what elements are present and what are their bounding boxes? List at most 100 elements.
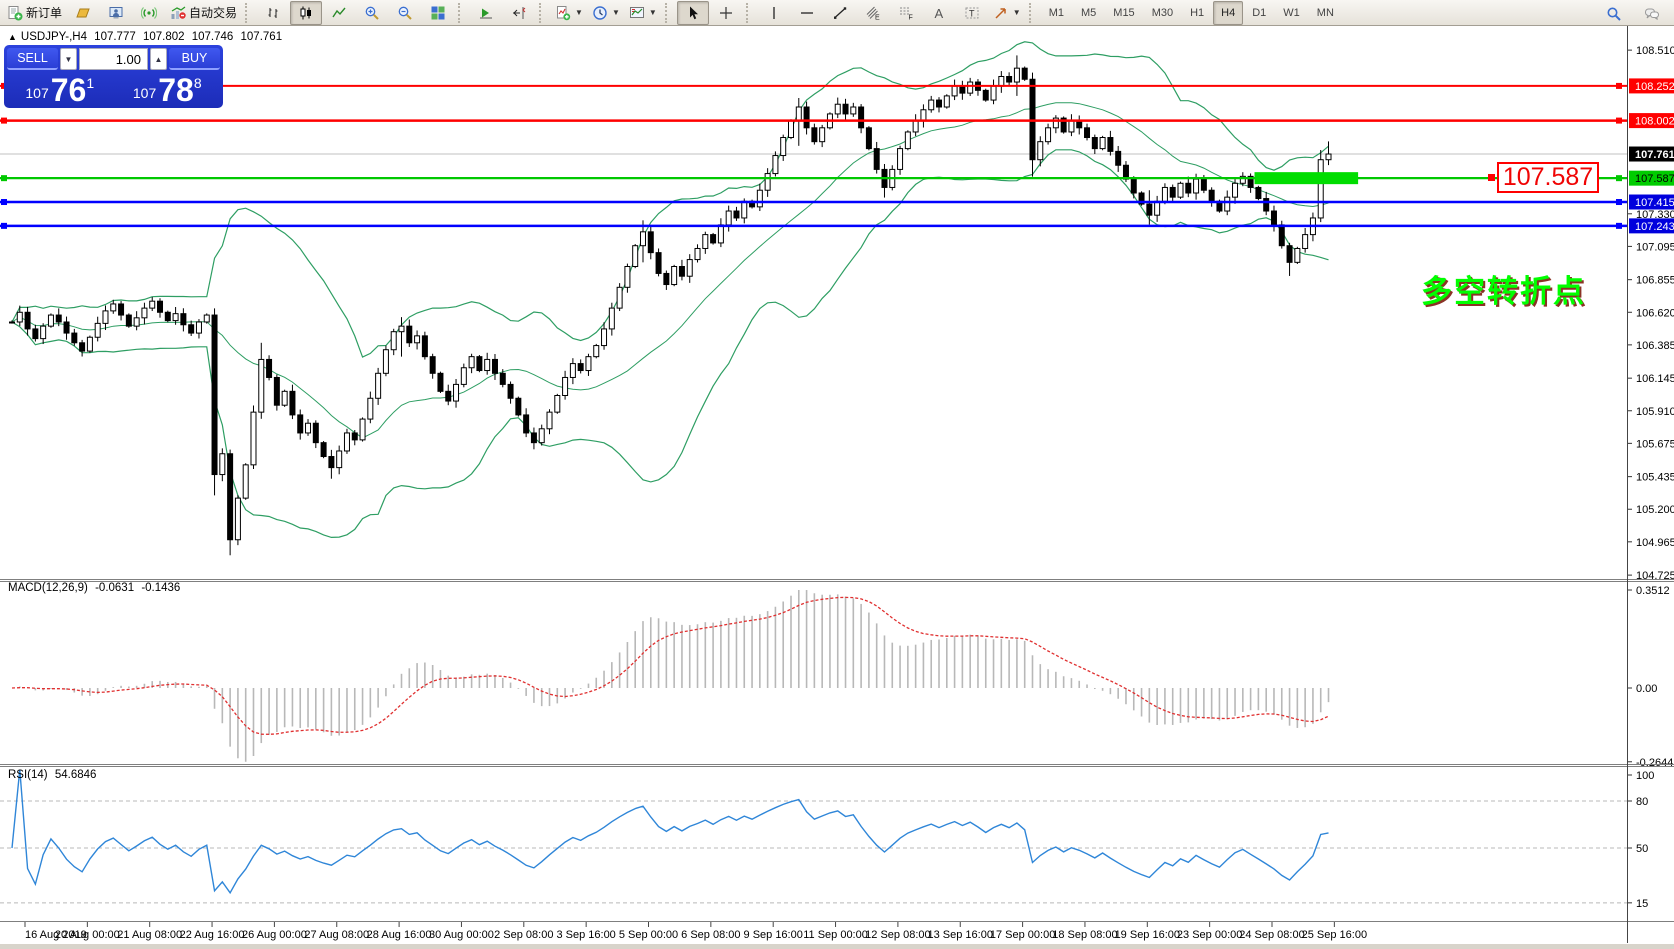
price-axis-tick-label: 104.725: [1636, 570, 1674, 582]
time-axis-label: 26 Aug 00:00: [242, 929, 307, 941]
text-button[interactable]: A: [923, 1, 955, 25]
timeframe-button-H1[interactable]: H1: [1182, 1, 1212, 25]
zoom-out-icon: [398, 6, 412, 20]
timeframe-button-M30[interactable]: M30: [1144, 1, 1181, 25]
macd-signal-line: [11, 596, 1329, 735]
price-annotation-box[interactable]: 107.587: [1497, 162, 1599, 193]
chart-shift-button[interactable]: [503, 1, 535, 25]
trendline-icon: [833, 6, 846, 19]
candlestick-icon: [300, 6, 312, 19]
zoom-out-button[interactable]: [389, 1, 421, 25]
rsi-axis-tick-label: 80: [1636, 796, 1648, 808]
svg-text:E: E: [875, 14, 880, 21]
volume-increase-button[interactable]: ▲: [150, 48, 167, 70]
signal-icon: [141, 6, 158, 19]
collapse-panel-arrow-icon[interactable]: ▲: [8, 32, 17, 42]
time-axis-label: 18 Sep 08:00: [1052, 929, 1117, 941]
macd-signal-value: -0.1436: [141, 582, 181, 594]
horizontal-line-button[interactable]: [791, 1, 823, 25]
arrows-icon: [995, 7, 1006, 19]
timeframe-button-H4[interactable]: H4: [1213, 0, 1244, 25]
history-icon: [76, 8, 90, 17]
svg-text:108.002: 108.002: [1635, 116, 1674, 128]
svg-text:A: A: [934, 6, 943, 21]
svg-text:108.252: 108.252: [1635, 81, 1674, 93]
chart-canvas[interactable]: 108.252 108.002 107.587 107.415 107.243 107.7…: [0, 0, 1674, 949]
symbol-period-label: USDJPY-,H4: [20, 31, 87, 43]
rsi-pane-label: RSI(14) 54.6846: [8, 769, 100, 781]
candlestick-chart-button[interactable]: [290, 0, 323, 25]
templates-icon: [629, 6, 644, 18]
new-order-label: 新订单: [26, 6, 63, 20]
auto-trading-button[interactable]: 自动交易: [166, 1, 241, 25]
macd-axis-tick-label: 0.3512: [1636, 585, 1670, 597]
macd-pane-label: MACD(12,26,9) -0.0631 -0.1436: [8, 582, 184, 594]
timeframe-button-W1[interactable]: W1: [1275, 1, 1308, 25]
auto-scroll-button[interactable]: [470, 1, 502, 25]
rsi-axis-tick-label: 15: [1636, 898, 1648, 910]
line-handle[interactable]: [1488, 174, 1495, 181]
timeframe-button-M15[interactable]: M15: [1105, 1, 1142, 25]
signals-button[interactable]: [133, 1, 165, 25]
price-axis-tick-label: 104.965: [1636, 537, 1674, 549]
crosshair-button[interactable]: [710, 1, 742, 25]
toolbar-separator: [745, 2, 753, 23]
rsi-name: RSI(14): [8, 769, 48, 781]
svg-text:F: F: [908, 14, 912, 21]
timeframe-button-D1[interactable]: D1: [1244, 1, 1274, 25]
text-label-icon: T: [965, 7, 979, 18]
timeframe-button-MN[interactable]: MN: [1309, 1, 1342, 25]
search-button[interactable]: [1598, 2, 1630, 26]
price-axis-tick-label: 108.510: [1636, 45, 1674, 57]
new-order-button[interactable]: 新订单: [3, 1, 66, 25]
volume-input[interactable]: 1.00: [79, 48, 148, 70]
time-axis-label: 25 Sep 16:00: [1302, 929, 1367, 941]
cursor-button[interactable]: [676, 0, 709, 25]
sell-price-button[interactable]: 107 76 1: [7, 71, 113, 106]
rsi-axis-tick-label: 100: [1636, 770, 1654, 782]
timeframe-button-M5[interactable]: M5: [1073, 1, 1104, 25]
price-axis-tick-label: 106.145: [1636, 373, 1674, 385]
fibonacci-button[interactable]: F: [890, 1, 922, 25]
chart-shift-icon: [513, 6, 526, 19]
horizontal-line-icon: [800, 11, 813, 14]
buy-price-button[interactable]: 107 78 8: [115, 71, 221, 106]
volume-decrease-button[interactable]: ▼: [60, 48, 77, 70]
trendline-button[interactable]: [824, 1, 856, 25]
price-axis-tick-label: 106.855: [1636, 275, 1674, 287]
toolbar-separator: [458, 2, 465, 23]
highlight-rectangle[interactable]: [1254, 172, 1359, 185]
templates-button[interactable]: ▼: [625, 1, 661, 25]
sell-button[interactable]: SELL: [7, 48, 58, 70]
zoom-in-button[interactable]: [356, 1, 388, 25]
vertical-line-button[interactable]: [758, 1, 790, 25]
chat-button[interactable]: [1636, 2, 1668, 26]
timeframe-toolbar: M1 M5 M15 M30 H1 H4 D1 W1 MN: [1041, 0, 1342, 25]
periods-button[interactable]: ▼: [588, 1, 624, 25]
timeframe-button-M1[interactable]: M1: [1041, 1, 1072, 25]
svg-text:107.587: 107.587: [1635, 173, 1674, 185]
svg-text:107.761: 107.761: [1635, 149, 1674, 161]
time-axis-label: 27 Aug 08:00: [304, 929, 369, 941]
buy-button[interactable]: BUY: [169, 48, 220, 70]
svg-text:T: T: [969, 8, 975, 18]
macd-main-value: -0.0631: [95, 582, 135, 594]
price-axis-tick-label: 105.200: [1636, 504, 1674, 516]
chevron-down-icon: ▼: [611, 8, 620, 17]
indicators-button[interactable]: ▼: [551, 1, 587, 25]
new-order-icon: [8, 5, 23, 20]
price-axis-tick-label: 105.910: [1636, 406, 1674, 418]
line-chart-button[interactable]: [323, 1, 355, 25]
mt4-window: 新订单 自动交易 ▼ ▼ ▼ E F A T ▼ M1 M5 M15 M30 H…: [0, 0, 1674, 949]
bar-chart-button[interactable]: [257, 1, 289, 25]
arrows-button[interactable]: ▼: [989, 1, 1025, 25]
channel-button[interactable]: E: [857, 1, 889, 25]
history-center-button[interactable]: [67, 1, 99, 25]
time-axis-label: 2 Sep 08:00: [494, 929, 553, 941]
text-label-button[interactable]: T: [956, 1, 988, 25]
profile-icon: [109, 6, 123, 18]
crosshair-icon: [719, 6, 732, 19]
profile-button[interactable]: [100, 1, 132, 25]
toolbar-separator: [664, 2, 672, 23]
tile-windows-button[interactable]: [422, 1, 454, 25]
